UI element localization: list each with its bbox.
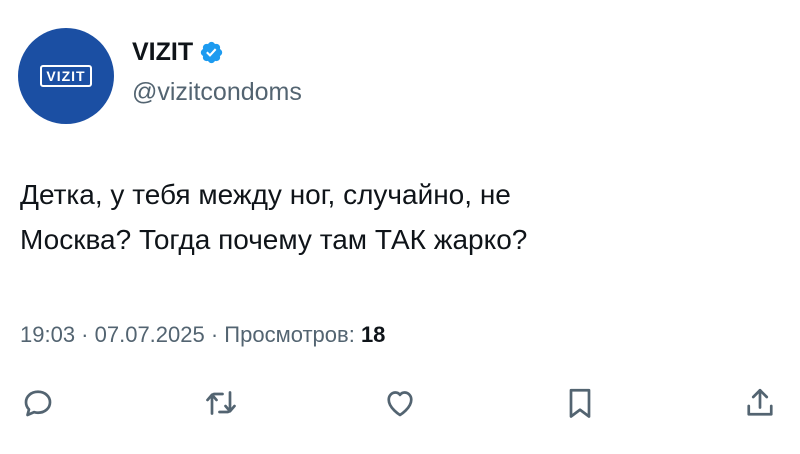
views-label: Просмотров: xyxy=(224,322,355,347)
tweet-text: Детка, у тебя между ног, случайно, не Мо… xyxy=(20,172,780,262)
tweet-date[interactable]: 07.07.2025 xyxy=(95,322,205,347)
reply-icon[interactable] xyxy=(20,385,56,421)
tweet-time[interactable]: 19:03 xyxy=(20,322,75,347)
like-icon[interactable] xyxy=(382,385,418,421)
tweet-meta: 19:03 · 07.07.2025 · Просмотров: 18 xyxy=(20,322,385,348)
share-icon[interactable] xyxy=(742,385,778,421)
tweet-text-line: Москва? Тогда почему там ТАК жарко? xyxy=(20,224,528,255)
meta-separator: · xyxy=(204,322,225,347)
author-name-row[interactable]: VIZIT xyxy=(132,38,224,67)
meta-separator: · xyxy=(75,322,95,347)
bookmark-icon[interactable] xyxy=(562,385,598,421)
avatar[interactable]: VIZIT xyxy=(18,28,114,124)
tweet-text-line: Детка, у тебя между ног, случайно, не xyxy=(20,179,511,210)
action-bar xyxy=(0,385,800,425)
retweet-icon[interactable] xyxy=(203,385,239,421)
avatar-logo: VIZIT xyxy=(40,65,92,87)
author-handle[interactable]: @vizitcondoms xyxy=(132,78,302,107)
author-display-name[interactable]: VIZIT xyxy=(132,38,193,67)
views-count: 18 xyxy=(360,322,386,347)
verified-badge-icon xyxy=(199,40,224,65)
